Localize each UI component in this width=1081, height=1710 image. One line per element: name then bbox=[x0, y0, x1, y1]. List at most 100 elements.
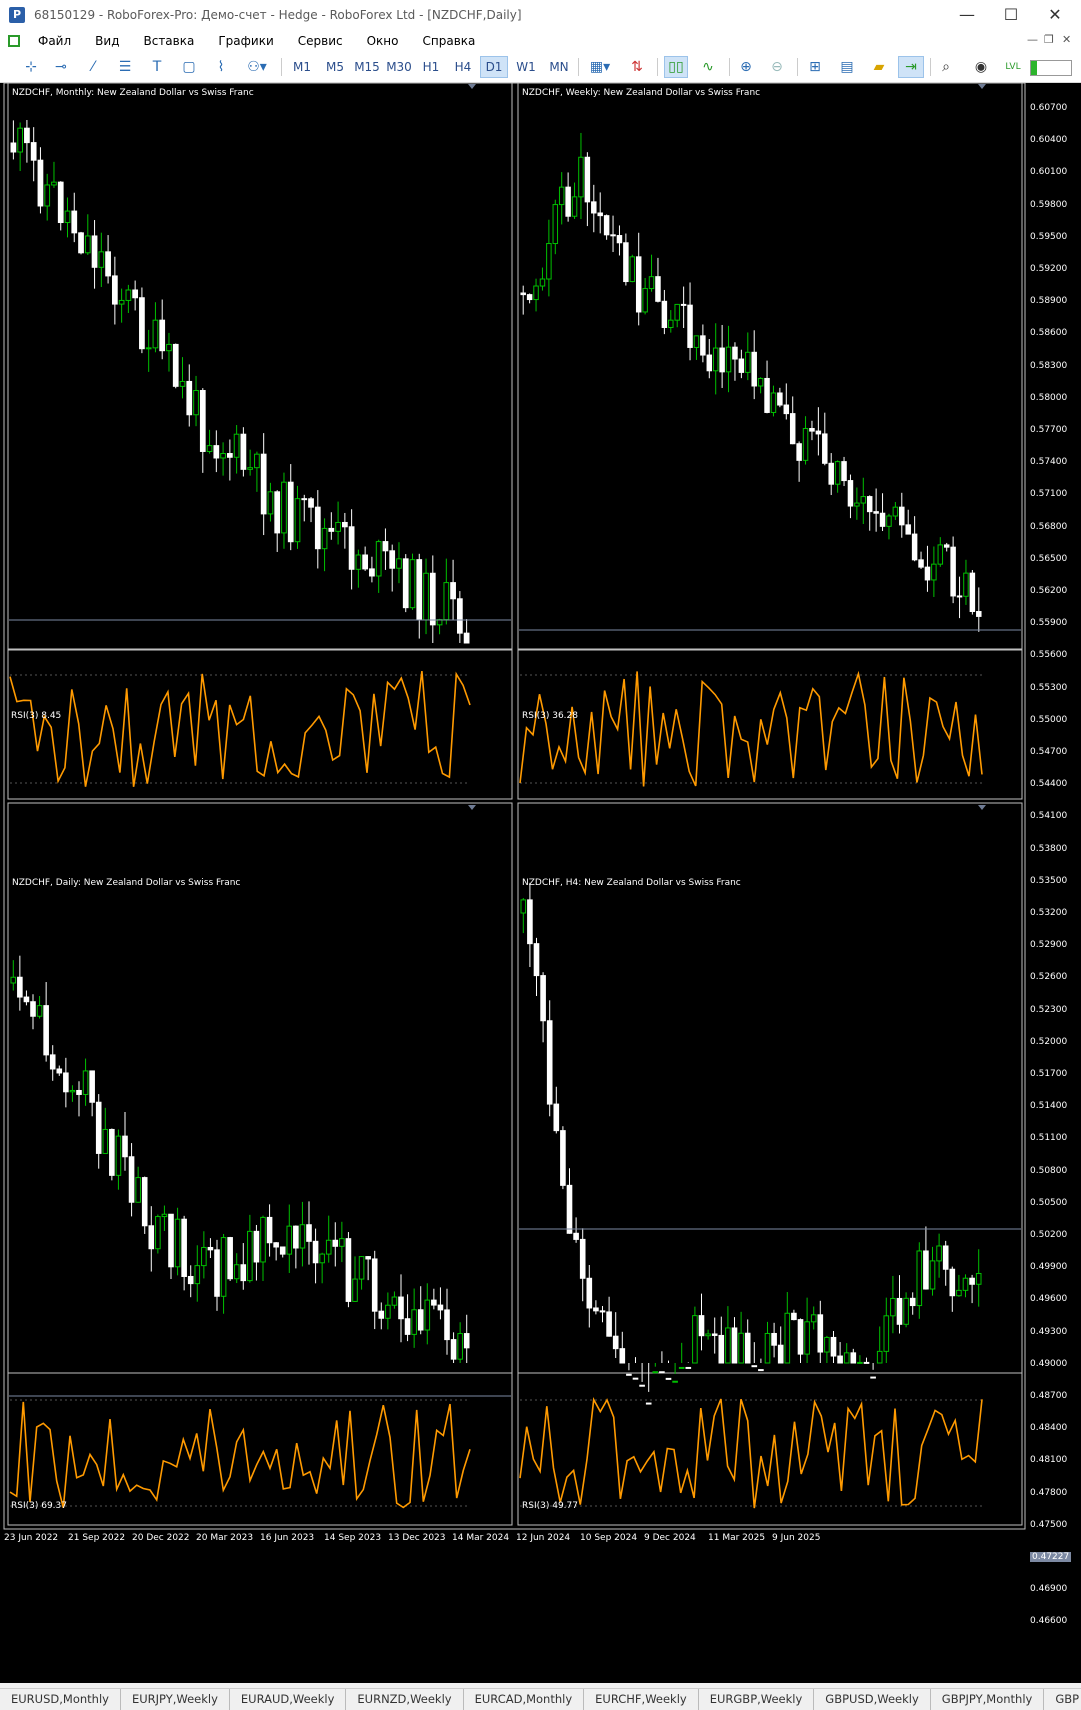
price-axis-label: 0.50500 bbox=[1030, 1197, 1068, 1208]
menu-file[interactable]: Файл bbox=[26, 34, 83, 48]
trade-icon[interactable]: ⇅ bbox=[626, 56, 648, 78]
menu-charts[interactable]: Графики bbox=[206, 34, 285, 48]
weekly-candle bbox=[879, 512, 886, 527]
tf-m1[interactable]: M1 bbox=[289, 56, 315, 78]
text-icon[interactable]: T bbox=[146, 56, 168, 78]
monthly-candle bbox=[30, 142, 37, 161]
time-axis-label: 23 Jun 2022 bbox=[4, 1533, 59, 1543]
account-icon[interactable]: ◉ bbox=[970, 56, 992, 78]
tf-h1[interactable]: H1 bbox=[418, 56, 444, 78]
h4-candle bbox=[718, 1334, 725, 1364]
monthly-candle bbox=[37, 159, 44, 207]
folder-icon[interactable]: ▰ bbox=[868, 56, 890, 78]
tf-m30[interactable]: M30 bbox=[384, 56, 414, 78]
price-axis-label: 0.60700 bbox=[1030, 103, 1068, 113]
tab-eurcad-monthly[interactable]: EURCAD,Monthly bbox=[464, 1689, 585, 1710]
shapes-icon[interactable]: ⚇▾ bbox=[242, 56, 272, 78]
tab-eurjpy-weekly[interactable]: EURJPY,Weekly bbox=[121, 1689, 230, 1710]
daily-candle bbox=[174, 1218, 181, 1268]
line-icon[interactable]: ∿ bbox=[696, 56, 720, 78]
tab-eurgbp-weekly[interactable]: EURGBP,Weekly bbox=[699, 1689, 815, 1710]
daily-candle bbox=[358, 1256, 365, 1280]
tab-eurchf-weekly[interactable]: EURCHF,Weekly bbox=[584, 1689, 699, 1710]
weekly-candle bbox=[841, 461, 847, 482]
data-window-icon[interactable]: ▤ bbox=[836, 56, 858, 78]
window-title: 68150129 - RoboForex-Pro: Демо-счет - He… bbox=[34, 8, 522, 22]
monthly-candle bbox=[463, 632, 470, 644]
h4-candle bbox=[896, 1297, 903, 1325]
signal-bar bbox=[1030, 60, 1072, 76]
trendline-icon[interactable]: ⁄ bbox=[82, 56, 104, 78]
tab-euraud-weekly[interactable]: EURAUD,Weekly bbox=[230, 1689, 347, 1710]
tf-m5[interactable]: M5 bbox=[321, 56, 349, 78]
price-axis-label: 0.56500 bbox=[1030, 553, 1068, 564]
autoscroll-icon[interactable]: ⇥ bbox=[898, 56, 924, 78]
tf-w1[interactable]: W1 bbox=[513, 56, 539, 78]
weekly-candle bbox=[642, 288, 648, 313]
tab-eurnzd-weekly[interactable]: EURNZD,Weekly bbox=[346, 1689, 464, 1710]
minimize-button[interactable]: — bbox=[945, 0, 989, 30]
price-axis-label: 0.46900 bbox=[1030, 1584, 1068, 1595]
chart-area[interactable]: NZDCHF, Monthly: New Zealand Dollar vs S… bbox=[0, 83, 1081, 1683]
child-restore-button[interactable]: ❐ bbox=[1044, 33, 1054, 46]
indicator-icon[interactable]: ⌇ bbox=[210, 56, 232, 78]
time-axis-label: 10 Sep 2024 bbox=[580, 1533, 638, 1543]
weekly-candle bbox=[866, 496, 873, 513]
close-button[interactable]: ✕ bbox=[1033, 0, 1077, 30]
menu-view[interactable]: Вид bbox=[83, 34, 131, 48]
daily-candle bbox=[431, 1299, 437, 1306]
menu-help[interactable]: Справка bbox=[411, 34, 488, 48]
monthly-candle bbox=[71, 210, 78, 234]
search-icon[interactable]: ⌕ bbox=[935, 56, 957, 78]
h4-candle bbox=[731, 1327, 738, 1364]
daily-candle bbox=[352, 1278, 358, 1302]
h4-candle bbox=[705, 1333, 711, 1337]
daily-candle bbox=[391, 1296, 398, 1306]
weekly-candle bbox=[828, 462, 834, 485]
menu-tools[interactable]: Сервис bbox=[286, 34, 355, 48]
child-minimize-button[interactable]: — bbox=[1027, 33, 1038, 46]
tile-icon[interactable]: ⊞ bbox=[804, 56, 826, 78]
h4-candle bbox=[863, 1361, 870, 1364]
price-axis-label: 0.56800 bbox=[1030, 521, 1068, 532]
monthly-candle bbox=[125, 289, 132, 301]
menu-window[interactable]: Окно bbox=[355, 34, 411, 48]
tf-h4[interactable]: H4 bbox=[450, 56, 476, 78]
daily-candle bbox=[115, 1135, 122, 1176]
zoom-in-icon[interactable]: ⊕ bbox=[735, 56, 757, 78]
daily-candle bbox=[424, 1299, 431, 1331]
tab-gbpjpy-monthly[interactable]: GBPJPY,Monthly bbox=[931, 1689, 1045, 1710]
rsi-label-daily: RSI(3) 69.37 bbox=[11, 1501, 67, 1511]
h4-candle bbox=[678, 1366, 685, 1369]
monthly-candle bbox=[362, 554, 369, 570]
chart-type-icon[interactable]: ▦▾ bbox=[584, 56, 616, 78]
tab-gbpusd-weekly[interactable]: GBPUSD,Weekly bbox=[814, 1689, 931, 1710]
level-icon[interactable]: LVL bbox=[1002, 56, 1024, 78]
weekly-candle bbox=[899, 506, 905, 526]
tf-d1[interactable]: D1 bbox=[480, 56, 508, 78]
weekly-candle bbox=[603, 215, 610, 236]
h4-candle bbox=[843, 1352, 850, 1364]
daily-candle bbox=[279, 1246, 286, 1255]
rectangle-icon[interactable]: ▢ bbox=[178, 56, 200, 78]
crosshair-icon[interactable]: ⊹ bbox=[20, 56, 42, 78]
daily-candle bbox=[247, 1230, 253, 1282]
zoom-out-icon[interactable]: ⊖ bbox=[766, 56, 788, 78]
hline-icon[interactable]: ⊸ bbox=[50, 56, 72, 78]
maximize-button[interactable]: ☐ bbox=[989, 0, 1033, 30]
tab-gbp[interactable]: GBP bbox=[1044, 1689, 1081, 1710]
tf-m15[interactable]: M15 bbox=[352, 56, 382, 78]
price-axis-label: 0.57400 bbox=[1030, 457, 1068, 468]
h4-candle bbox=[764, 1332, 771, 1364]
tf-mn[interactable]: MN bbox=[545, 56, 573, 78]
h4-candle bbox=[837, 1355, 843, 1364]
h4-candle bbox=[824, 1336, 830, 1353]
time-axis-label: 21 Sep 2022 bbox=[68, 1533, 126, 1543]
daily-candle bbox=[233, 1264, 240, 1280]
h4-candle bbox=[599, 1310, 606, 1313]
tab-eurusd-monthly[interactable]: EURUSD,Monthly bbox=[0, 1689, 121, 1710]
candles-icon[interactable]: ▯▯ bbox=[664, 56, 688, 78]
channel-icon[interactable]: ☰ bbox=[114, 56, 136, 78]
menu-insert[interactable]: Вставка bbox=[131, 34, 206, 48]
child-close-button[interactable]: ✕ bbox=[1062, 33, 1071, 46]
